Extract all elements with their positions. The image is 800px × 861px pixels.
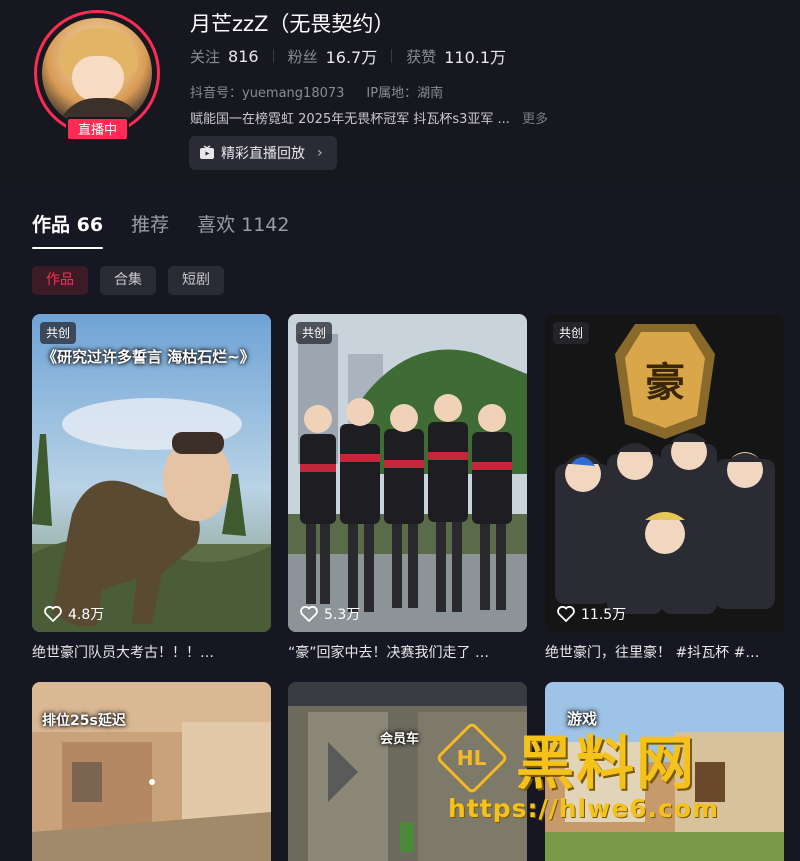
chip-short-drama[interactable]: 短剧: [168, 266, 224, 295]
following-label: 关注: [190, 47, 221, 66]
avatar-image: [42, 18, 152, 128]
likes-count: 110.1万: [444, 48, 507, 67]
co-creation-tag: 共创: [296, 322, 333, 344]
douyin-id: 抖音号：yuemang18073: [190, 86, 345, 101]
watermark-url: https://hlwe6.com: [448, 794, 720, 823]
co-creation-tag: 共创: [40, 322, 77, 344]
video-thumbnail: [288, 314, 527, 632]
like-count-value: 11.5万: [581, 607, 627, 623]
co-creation-tag: 共创: [553, 322, 590, 344]
followers-count[interactable]: 16.7万: [326, 44, 378, 68]
tab-recommend[interactable]: 推荐: [131, 210, 169, 249]
stats-row: 关注 816 粉丝 16.7万 获赞 110.1万: [190, 44, 506, 68]
watermark-logo: HL: [435, 721, 509, 795]
chip-works[interactable]: 作品: [32, 266, 88, 295]
video-thumbnail: 豪: [545, 314, 784, 632]
video-caption: 排位25s延迟: [42, 713, 126, 729]
ip-location: IP属地：湖南: [366, 86, 444, 101]
bio: 赋能国一在榜霓虹 2025年无畏杯冠军 抖瓦杯s3亚军 ... 更多: [190, 108, 548, 127]
following-count[interactable]: 816: [228, 47, 259, 66]
content-tabs: 作品 66 推荐 喜欢 1142: [32, 210, 317, 249]
like-count-value: 4.8万: [68, 607, 105, 623]
svg-text:豪: 豪: [645, 360, 685, 406]
video-thumbnail: [32, 682, 271, 861]
chevron-right-icon: ›: [317, 145, 323, 161]
live-replay-label: 精彩直播回放: [221, 146, 305, 162]
followers-label: 粉丝: [287, 47, 318, 66]
watermark-title: 黑料网: [516, 729, 697, 797]
video-title[interactable]: “豪”回家中去！决赛我们走了 …: [288, 642, 527, 662]
tv-icon: [200, 145, 214, 159]
likes-label: 获赞: [406, 47, 437, 66]
bio-more-link[interactable]: 更多: [522, 112, 548, 127]
like-count-value: 5.3万: [324, 607, 361, 623]
video-card[interactable]: 排位25s延迟: [32, 682, 271, 861]
live-badge[interactable]: 直播中: [66, 117, 129, 141]
filter-chips: 作品 合集 短剧: [32, 266, 236, 295]
tab-likes[interactable]: 喜欢 1142: [197, 210, 289, 249]
profile-header: 直播中 月芒zzZ（无畏契约） 关注 816 粉丝 16.7万 获赞 110.1…: [0, 0, 800, 185]
profile-meta: 抖音号：yuemang18073 IP属地：湖南: [190, 82, 443, 101]
video-card[interactable]: 豪 共创 11.5万: [545, 314, 784, 632]
username: 月芒zzZ（无畏契约）: [190, 12, 395, 36]
video-caption: 《研究过许多誓言 海枯石烂~》: [42, 348, 255, 366]
live-replay-button[interactable]: 精彩直播回放 ›: [189, 136, 337, 170]
video-card[interactable]: 共创 《研究过许多誓言 海枯石烂~》 4.8万: [32, 314, 271, 632]
like-count: 4.8万: [44, 604, 104, 624]
video-title[interactable]: 绝世豪门队员大考古！！！…: [32, 642, 271, 662]
divider: [272, 49, 274, 63]
video-title[interactable]: 绝世豪门，往里豪！ #抖瓦杯 #…: [545, 642, 784, 662]
heart-icon: [557, 606, 575, 622]
like-count: 5.3万: [300, 604, 360, 624]
heart-icon: [44, 606, 62, 622]
video-card[interactable]: 共创 5.3万: [288, 314, 527, 632]
like-count: 11.5万: [557, 604, 626, 624]
heart-icon: [300, 606, 318, 622]
bio-text: 赋能国一在榜霓虹 2025年无畏杯冠军 抖瓦杯s3亚军 ...: [190, 112, 510, 127]
watermark-logo-text: HL: [457, 746, 487, 770]
chip-collections[interactable]: 合集: [100, 266, 156, 295]
tab-works[interactable]: 作品 66: [32, 210, 104, 249]
divider: [391, 49, 393, 63]
watermark: HL 黑料网 https://hlwe6.com: [435, 721, 776, 832]
